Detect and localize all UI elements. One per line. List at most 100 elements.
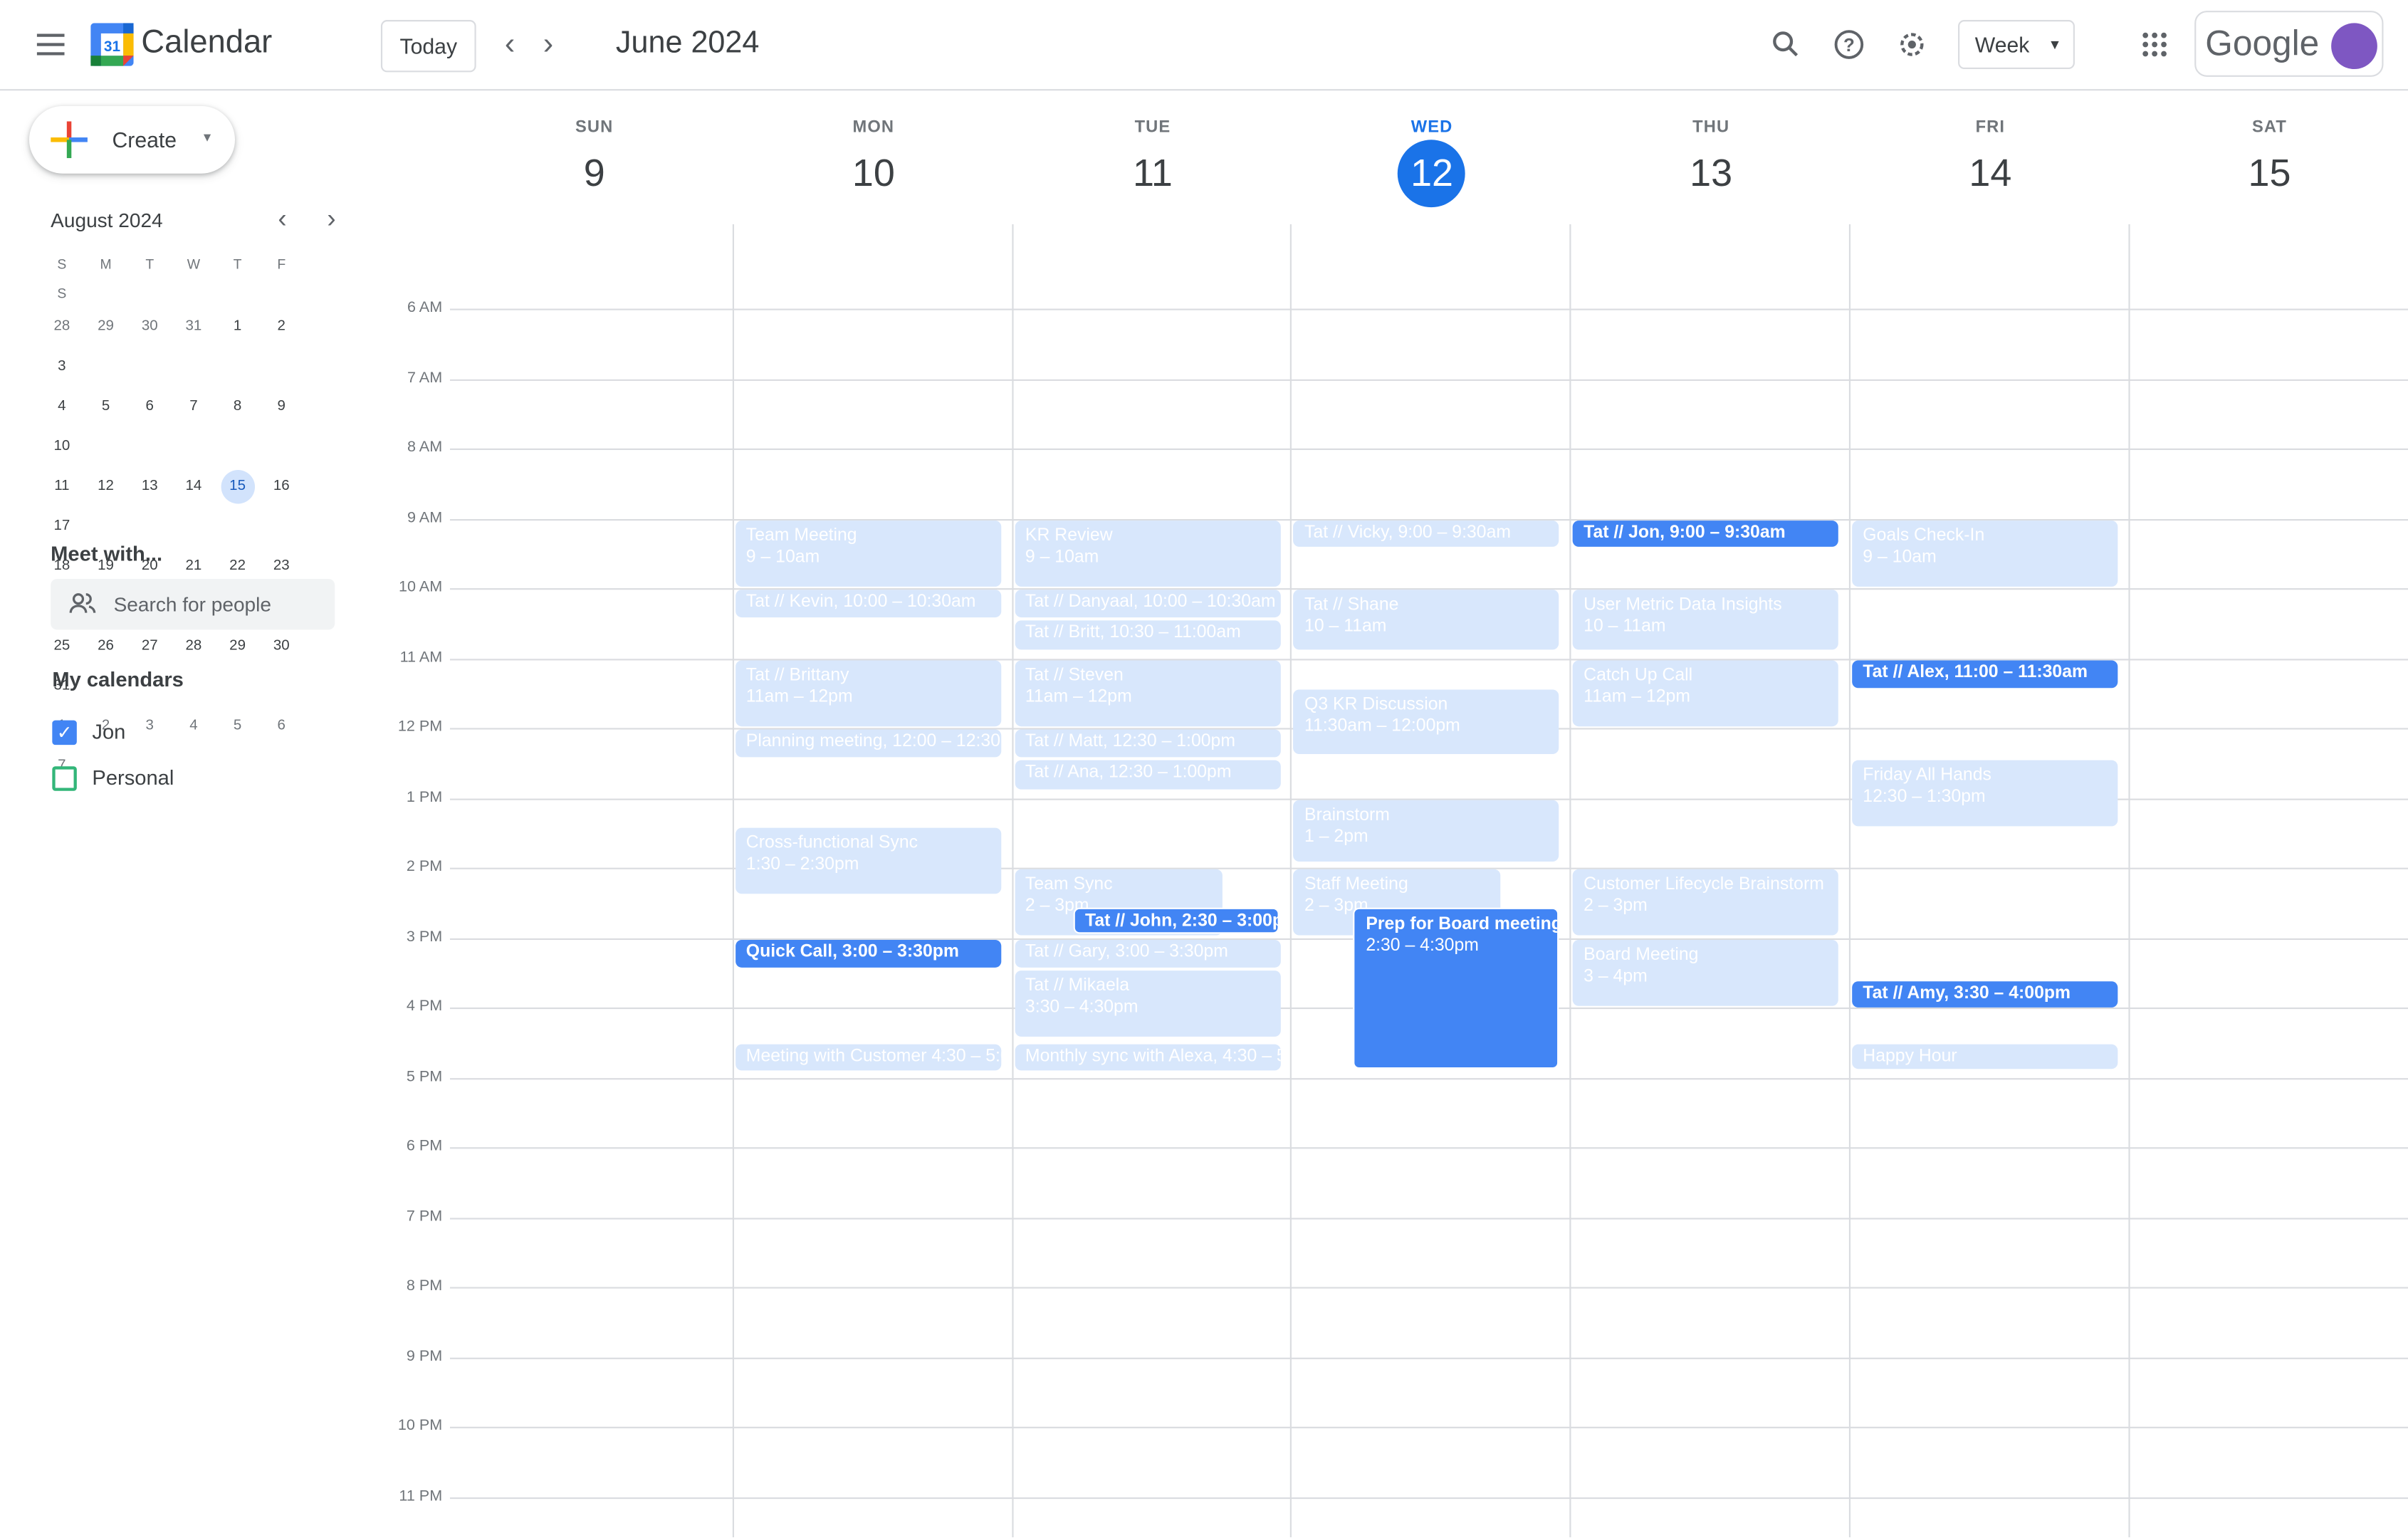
event-block[interactable]: Meeting with Customer 4:30 – 5:00pm [735, 1044, 1001, 1071]
day-header-sat[interactable]: SAT 15 [2130, 118, 2408, 207]
mini-calendar-day[interactable]: 28 [40, 307, 84, 347]
hour-label: 2 PM [406, 858, 443, 876]
event-time: 11:30am – 12:00pm [1304, 716, 1460, 736]
event-block[interactable]: Tat // Mikaela 3:30 – 4:30pm [1014, 971, 1280, 1037]
event-title: Tat // Mikaela [1025, 976, 1130, 995]
event-block[interactable]: KR Review 9 – 10am [1014, 520, 1280, 587]
mini-calendar-day[interactable]: 8 [216, 387, 260, 427]
event-block[interactable]: Q3 KR Discussion 11:30am – 12:00pm [1293, 689, 1560, 754]
mini-calendar-day[interactable]: 15 [216, 467, 260, 507]
day-number[interactable]: 12 [1398, 140, 1466, 208]
day-number: 9 [277, 397, 286, 415]
mini-calendar-next-button[interactable]: › [327, 204, 335, 235]
day-header-mon[interactable]: MON 10 [734, 118, 1014, 207]
event-block[interactable]: Customer Lifecycle Brainstorm 2 – 3pm [1573, 869, 1839, 936]
event-block[interactable]: Happy Hour [1852, 1044, 2118, 1069]
mini-calendar-day[interactable]: 14 [172, 467, 216, 507]
mini-calendar-day[interactable]: 9 [259, 387, 303, 427]
mini-calendar-day[interactable]: 11 [40, 467, 84, 507]
event-block[interactable]: Tat // Britt, 10:30 – 11:00am [1014, 621, 1280, 649]
event-block[interactable]: Board Meeting 3 – 4pm [1573, 938, 1839, 1006]
view-selector-dropdown[interactable]: Week ▼ [1958, 20, 2075, 70]
event-block[interactable]: Team Meeting 9 – 10am [735, 520, 1001, 587]
mini-calendar-day[interactable]: 2 [259, 307, 303, 347]
day-number: 1 [233, 318, 242, 335]
day-number[interactable]: 13 [1677, 140, 1745, 207]
event-block[interactable]: Tat // Steven 11am – 12pm [1014, 659, 1280, 726]
mini-calendar-day[interactable]: 4 [40, 387, 84, 427]
mini-calendar-day[interactable]: 6 [127, 387, 172, 427]
mini-calendar-day[interactable]: 13 [127, 467, 172, 507]
event-block[interactable]: Tat // Matt, 12:30 – 1:00pm [1014, 729, 1280, 758]
mini-calendar-day[interactable]: 3 [40, 347, 84, 387]
mini-calendar-day[interactable]: 27 [127, 627, 172, 666]
calendar-item-jon[interactable]: ✓ Jon [51, 716, 327, 749]
today-button[interactable]: Today [380, 20, 476, 73]
mini-calendar-day[interactable]: 30 [127, 307, 172, 347]
day-number[interactable]: 14 [1957, 140, 2024, 207]
mini-calendar-day[interactable]: 7 [172, 387, 216, 427]
next-week-button[interactable]: › [520, 17, 576, 73]
event-block[interactable]: Cross-functional Sync 1:30 – 2:30pm [735, 827, 1001, 894]
mini-calendar-day[interactable]: 28 [172, 627, 216, 666]
event-block[interactable]: Planning meeting, 12:00 – 12:30pm [735, 729, 1001, 758]
event-block[interactable]: User Metric Data Insights 10 – 11am [1573, 590, 1839, 649]
event-block[interactable]: Prep for Board meeting 2:30 – 4:30pm [1354, 907, 1560, 1069]
avatar[interactable] [2331, 23, 2377, 70]
mini-calendar-day[interactable]: 5 [84, 387, 128, 427]
event-block[interactable]: Tat // Amy, 3:30 – 4:00pm [1852, 980, 2118, 1008]
calendar-item-personal[interactable]: Personal [51, 762, 327, 795]
event-block[interactable]: Tat // Brittany 11am – 12pm [735, 659, 1001, 726]
event-block[interactable]: Tat // Alex, 11:00 – 11:30am [1852, 659, 2118, 688]
mini-calendar-day[interactable]: 31 [172, 307, 216, 347]
event-block[interactable]: Tat // John, 2:30 – 3:00pm [1072, 907, 1279, 934]
mini-calendar-day[interactable]: 12 [84, 467, 128, 507]
search-button[interactable] [1759, 17, 1814, 73]
day-header-thu[interactable]: THU 13 [1571, 118, 1851, 207]
event-block[interactable]: Brainstorm 1 – 2pm [1293, 799, 1560, 862]
event-block[interactable]: Goals Check-In 9 – 10am [1852, 520, 2118, 587]
mini-calendar-day[interactable]: 29 [84, 307, 128, 347]
search-people-input[interactable]: Search for people [51, 579, 335, 630]
event-block[interactable]: Tat // Ana, 12:30 – 1:00pm [1014, 760, 1280, 789]
mini-calendar-day[interactable]: 10 [40, 427, 84, 467]
day-header-sun[interactable]: SUN 9 [454, 118, 734, 207]
mini-calendar-prev-button[interactable]: ‹ [278, 204, 286, 235]
day-header-fri[interactable]: FRI 14 [1851, 118, 2130, 207]
event-block[interactable]: Monthly sync with Alexa, 4:30 – 5:00pm [1014, 1044, 1280, 1071]
event-block[interactable]: Tat // Kevin, 10:00 – 10:30am [735, 590, 1001, 618]
mini-calendar-day[interactable]: 29 [216, 627, 260, 666]
account-button[interactable]: Google [2194, 11, 2384, 77]
main-menu-button[interactable] [23, 17, 78, 73]
day-number[interactable]: 10 [839, 140, 907, 207]
hour-gridline [449, 1217, 2408, 1219]
mini-calendar-day[interactable]: 26 [84, 627, 128, 666]
day-of-week: SUN [575, 118, 614, 137]
event-block[interactable]: Tat // Shane 10 – 11am [1293, 590, 1560, 649]
day-number[interactable]: 11 [1119, 140, 1186, 207]
day-number[interactable]: 9 [560, 140, 628, 207]
mini-calendar-day[interactable]: 25 [40, 627, 84, 666]
mini-calendar-day[interactable]: 1 [216, 307, 260, 347]
event-block[interactable]: Friday All Hands 12:30 – 1:30pm [1852, 760, 2118, 826]
mini-calendar-day[interactable]: 16 [259, 467, 303, 507]
event-block[interactable]: Tat // Gary, 3:00 – 3:30pm [1014, 938, 1280, 968]
checkbox-unchecked-icon[interactable] [52, 766, 77, 791]
create-button[interactable]: Create ▼ [28, 105, 236, 174]
mini-calendar-day[interactable]: 17 [40, 507, 84, 547]
day-number[interactable]: 15 [2236, 140, 2303, 207]
day-header-wed[interactable]: WED 12 [1292, 118, 1572, 208]
event-block[interactable]: Tat // Danyaal, 10:00 – 10:30am [1014, 590, 1280, 618]
day-header-tue[interactable]: TUE 11 [1013, 118, 1293, 207]
event-title: Team Sync [1025, 875, 1113, 894]
google-apps-button[interactable] [2127, 17, 2182, 73]
mini-calendar-day[interactable]: 30 [259, 627, 303, 666]
event-block[interactable]: Catch Up Call 11am – 12pm [1573, 659, 1839, 726]
settings-button[interactable] [1885, 17, 1940, 73]
event-block[interactable]: Quick Call, 3:00 – 3:30pm [735, 938, 1001, 968]
event-block[interactable]: Tat // Jon, 9:00 – 9:30am [1573, 520, 1839, 547]
checkbox-checked-icon[interactable]: ✓ [52, 720, 77, 746]
hour-gridline [449, 1426, 2408, 1428]
help-button[interactable]: ? [1821, 17, 1877, 73]
event-block[interactable]: Tat // Vicky, 9:00 – 9:30am [1293, 520, 1560, 547]
